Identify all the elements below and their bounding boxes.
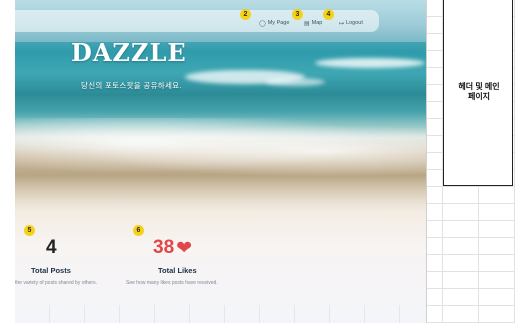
total-likes-value: 38 ❤ (153, 237, 192, 259)
step-badge: 6 (133, 225, 144, 236)
hero-foam (15, 118, 426, 178)
total-likes-number: 38 (153, 237, 175, 258)
nav-my-page-link[interactable]: ◯ My Page (259, 18, 289, 28)
footer-grid (15, 305, 426, 323)
total-likes-desc: See how many likes posts have received. (126, 280, 218, 286)
logout-icon: ↦ (339, 20, 345, 27)
nav-link-label: Map (311, 20, 323, 26)
hero-wave (265, 78, 325, 86)
total-posts-value: 4 (46, 237, 57, 258)
sheet-cell-border (512, 0, 513, 186)
hero-wave (315, 58, 425, 68)
heart-icon: ❤ (176, 237, 193, 259)
hero-tagline: 당신의 포토스팟을 공유하세요. (81, 81, 182, 90)
nav-link-label: My Page (267, 20, 290, 26)
nav-map-link[interactable]: ▤ Map (304, 18, 322, 28)
app-mockup: 2 ◯ My Page 3 ▤ Map 4 ↦ Logout DAZZLE 당신… (15, 0, 426, 323)
step-badge: 2 (240, 9, 251, 20)
sheet-cell-label: 헤더 및 메인 페이지 (449, 82, 509, 102)
nav-logout-link[interactable]: ↦ Logout (339, 18, 363, 28)
user-icon: ◯ (259, 20, 266, 27)
step-badge: 5 (24, 225, 35, 236)
total-posts-desc: the variety of posts shared by others. (15, 280, 97, 286)
step-badge: 3 (292, 9, 303, 20)
total-posts-title: Total Posts (31, 266, 71, 275)
hero-shore (15, 175, 426, 215)
map-icon: ▤ (304, 20, 310, 27)
total-likes-title: Total Likes (158, 266, 197, 275)
sheet-label-line: 페이지 (467, 92, 491, 101)
stats-section: 5 4 Total Posts the variety of posts sha… (15, 215, 426, 323)
sheet-label-line: 헤더 및 메인 (458, 82, 500, 91)
step-badge: 4 (323, 9, 334, 20)
hero-banner: 2 ◯ My Page 3 ▤ Map 4 ↦ Logout DAZZLE 당신… (15, 0, 426, 215)
panel-divider (426, 0, 427, 323)
brand-logo-text: DAZZLE (71, 38, 187, 67)
nav-link-label: Logout (346, 20, 363, 26)
